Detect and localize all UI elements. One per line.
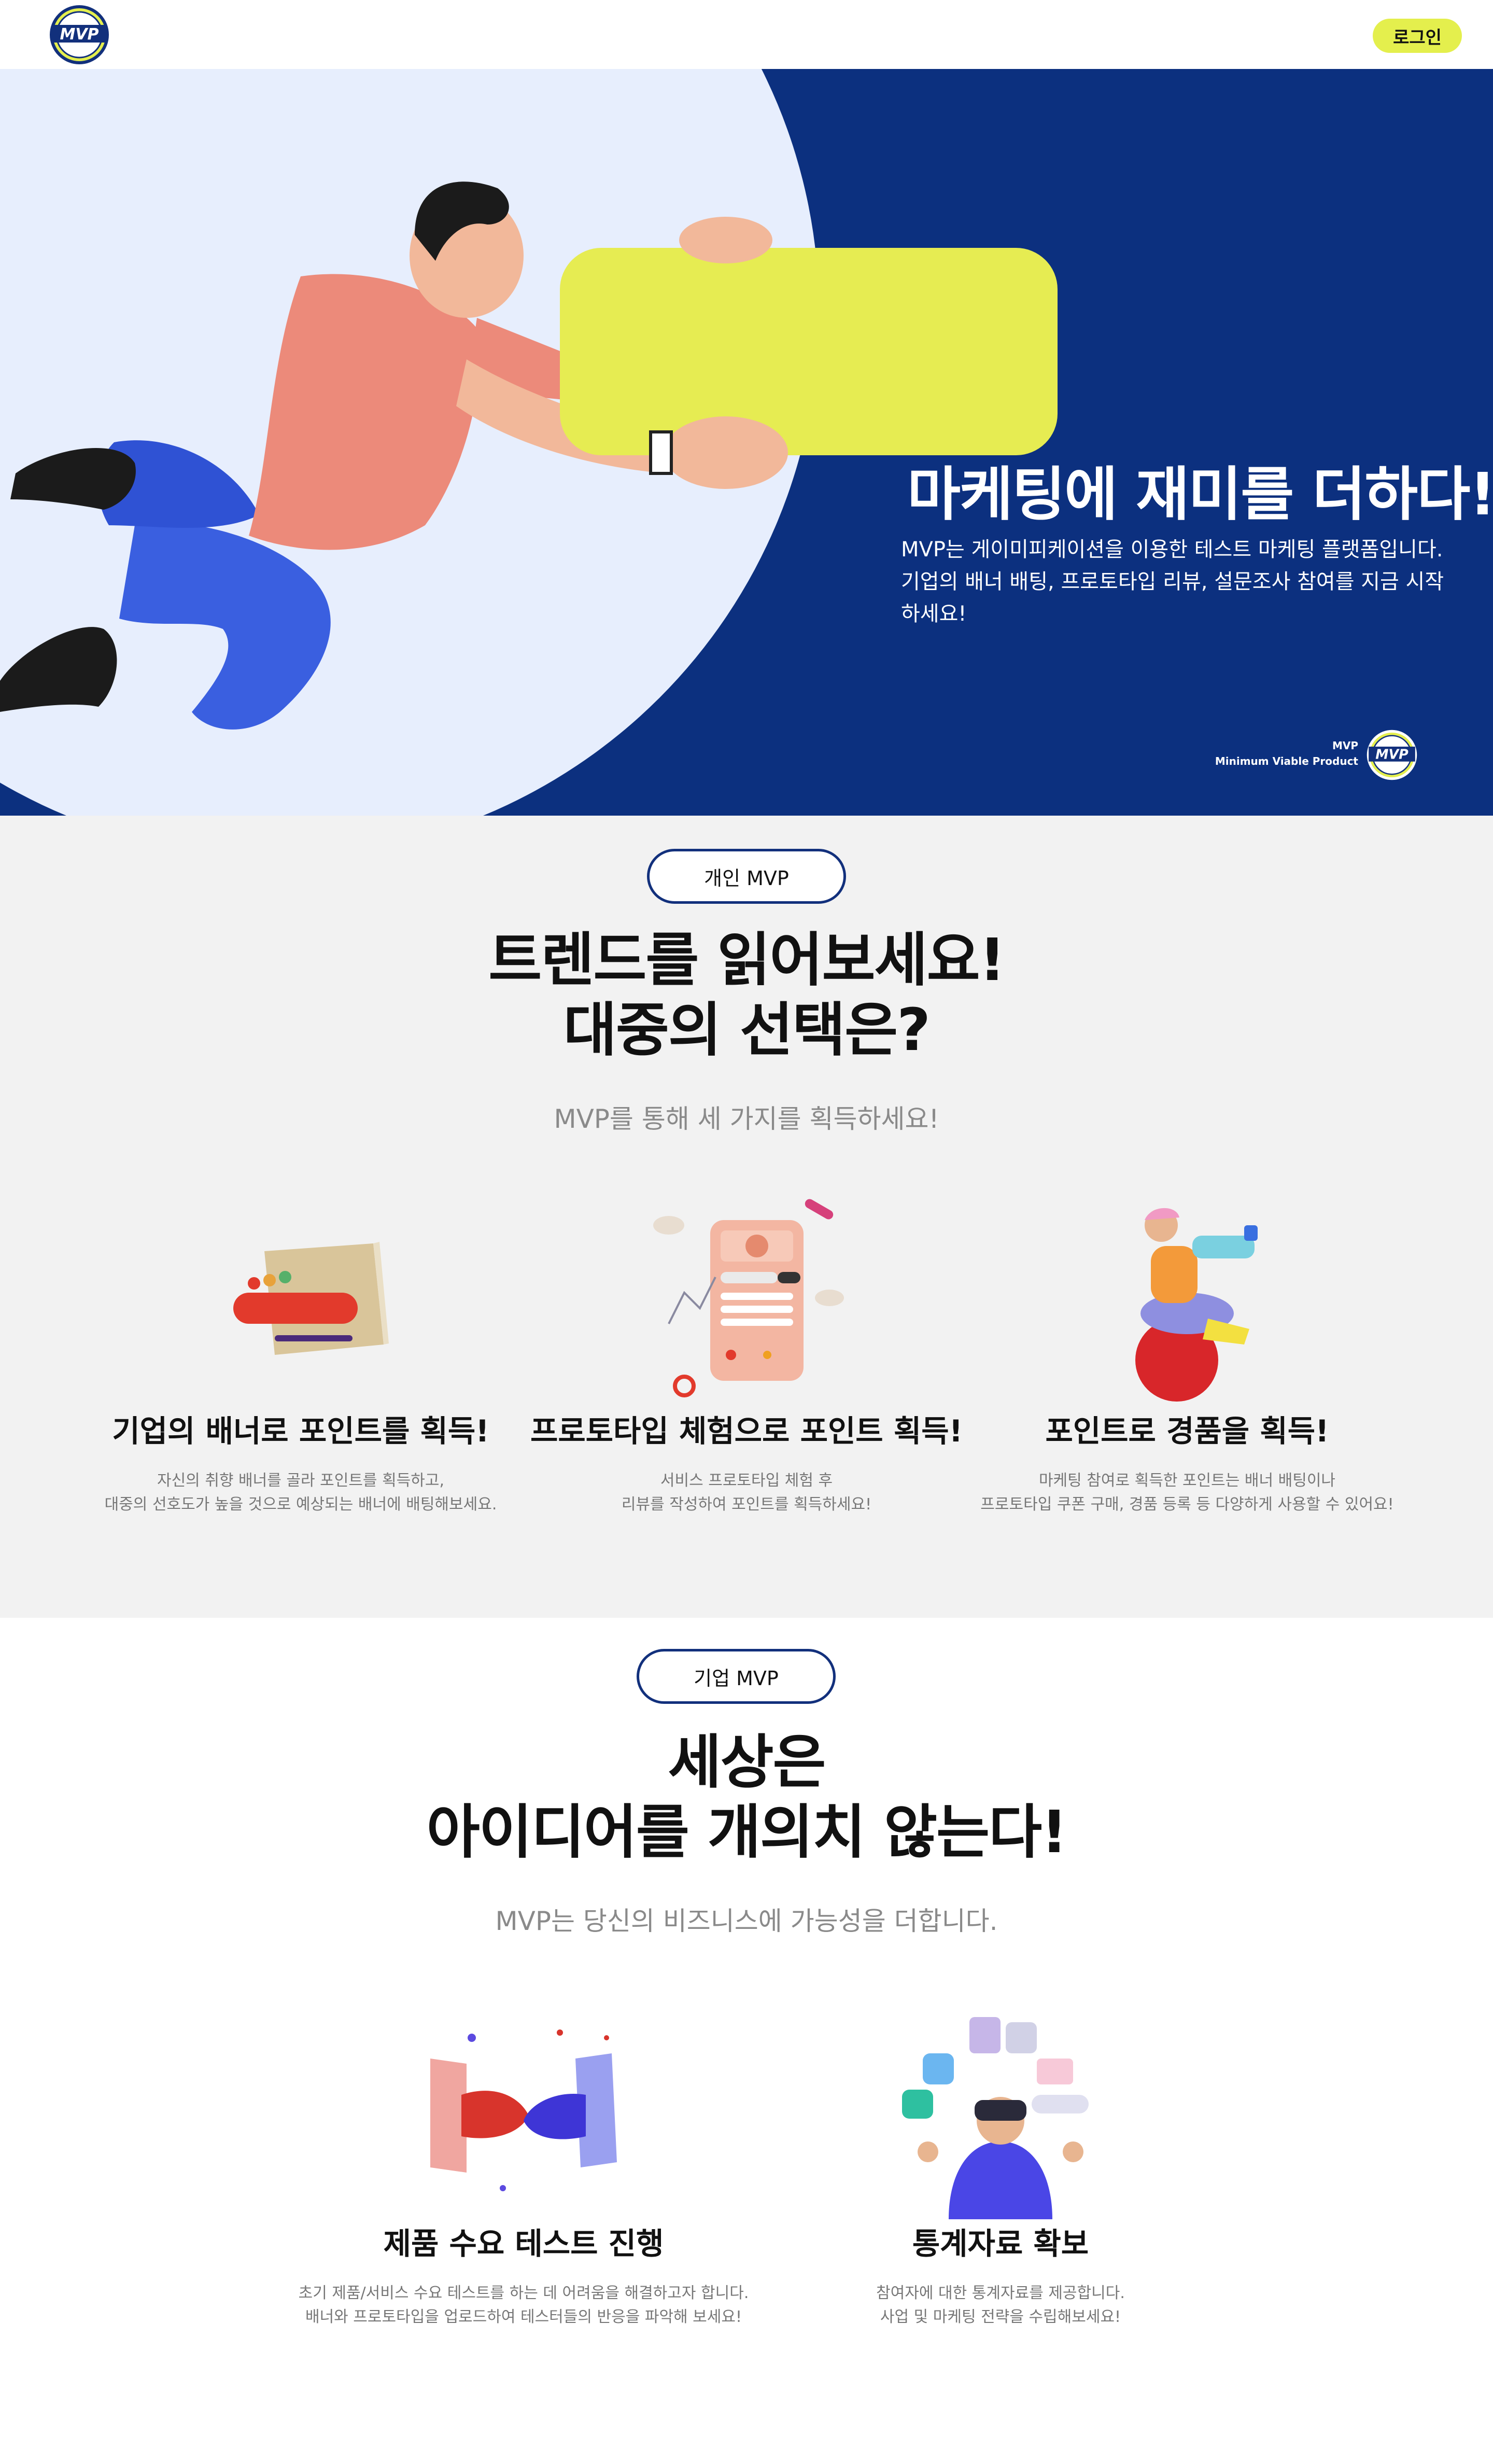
hero-banner: 마케팅에 재미를 더하다! MVP는 게이미피케이션을 이용한 테스트 마케팅 … <box>0 69 1493 816</box>
feature-desc-line1: 서비스 프로토타입 체험 후 <box>660 1472 833 1490</box>
feature-desc: 자신의 취향 배너를 골라 포인트를 획득하고, 대중의 선호도가 높을 것으로… <box>67 1469 534 1517</box>
hero-mvp-logo: MVP <box>1367 730 1417 780</box>
feature-prototype-points: 프로토타입 체험으로 포인트 획득! 서비스 프로토타입 체험 후 리뷰를 작성… <box>513 1189 980 1517</box>
feature-title: 기업의 배너로 포인트를 획득! <box>112 1413 489 1449</box>
mvp-logo[interactable]: MVP <box>46 4 113 65</box>
feature-demand-test: 제품 수요 테스트 진행 초기 제품/서비스 수요 테스트를 하는 데 어려움을… <box>264 2001 783 2329</box>
login-button[interactable]: 로그인 <box>1373 19 1462 53</box>
feature-title: 프로토타입 체험으로 포인트 획득! <box>530 1413 963 1449</box>
feature-desc: 초기 제품/서비스 수요 테스트를 하는 데 어려움을 해결하고자 합니다. 배… <box>264 2281 783 2329</box>
feature-desc-line1: 자신의 취향 배너를 골라 포인트를 획득하고, <box>157 1472 445 1490</box>
feature-statistics: 통계자료 확보 참여자에 대한 통계자료를 제공합니다. 사업 및 마케팅 전략… <box>772 2001 1229 2329</box>
feature-desc-line2: 배너와 프로토타입을 업로드하여 테스터들의 반응을 파악해 보세요! <box>305 2308 742 2326</box>
feature-desc-line1: 초기 제품/서비스 수요 테스트를 하는 데 어려움을 해결하고자 합니다. <box>298 2284 749 2302</box>
statistics-vr-icon <box>902 2017 1089 2219</box>
logo-text: MVP <box>60 25 98 44</box>
banner-icon <box>233 1242 389 1355</box>
corporate-mvp-section: 기업 MVP 세상은 아이디어를 개의치 않는다! MVP는 당신의 비즈니스에… <box>0 1618 1493 2464</box>
personal-mvp-section: 개인 MVP 트렌드를 읽어보세요! 대중의 선택은? MVP를 통해 세 가지… <box>0 816 1493 1618</box>
feature-title: 제품 수요 테스트 진행 <box>383 2226 664 2261</box>
feature-banner-points: 기업의 배너로 포인트를 획득! 자신의 취향 배너를 골라 포인트를 획득하고… <box>67 1189 534 1517</box>
feature-title: 통계자료 확보 <box>912 2226 1089 2261</box>
brand-logo-text: MVP <box>1375 747 1409 762</box>
feature-desc-line2: 사업 및 마케팅 전략을 수립해보세요! <box>880 2308 1121 2326</box>
floating-man-illustration <box>0 181 1058 730</box>
site-header: MVP 로그인 <box>0 0 1493 69</box>
personal-subtitle: MVP를 통해 세 가지를 획득하세요! <box>554 1104 939 1134</box>
corporate-title-line2: 아이디어를 개의치 않는다! <box>426 1799 1068 1866</box>
feature-desc-line1: 참여자에 대한 통계자료를 제공합니다. <box>876 2284 1125 2302</box>
personal-title-line1: 트렌드를 읽어보세요! <box>488 927 1005 994</box>
handshake-icon <box>430 2029 617 2191</box>
reward-character-icon <box>1135 1208 1258 1402</box>
brand-tagline: Minimum Viable Product <box>1215 755 1358 767</box>
feature-reward-points: 포인트로 경품을 획득! 마케팅 참여로 획득한 포인트는 배너 배팅이나 프로… <box>954 1189 1420 1517</box>
feature-desc-line2: 대중의 선호도가 높을 것으로 예상되는 배너에 배팅해보세요. <box>104 1495 497 1514</box>
hero-brand: MVP Minimum Viable Product <box>1215 738 1358 769</box>
feature-desc: 참여자에 대한 통계자료를 제공합니다. 사업 및 마케팅 전략을 수립해보세요… <box>772 2281 1229 2329</box>
feature-desc-line1: 마케팅 참여로 획득한 포인트는 배너 배팅이나 <box>1038 1472 1336 1490</box>
feature-desc-line2: 프로토타입 쿠폰 구매, 경품 등록 등 다양하게 사용할 수 있어요! <box>980 1495 1394 1514</box>
personal-badge: 개인 MVP <box>647 849 846 904</box>
corporate-badge: 기업 MVP <box>637 1649 836 1704</box>
feature-desc: 서비스 프로토타입 체험 후 리뷰를 작성하여 포인트를 획득하세요! <box>513 1469 980 1517</box>
prototype-phone-icon <box>653 1199 844 1397</box>
feature-desc: 마케팅 참여로 획득한 포인트는 배너 배팅이나 프로토타입 쿠폰 구매, 경품… <box>954 1469 1420 1517</box>
corporate-subtitle: MVP는 당신의 비즈니스에 가능성을 더합니다. <box>495 1906 998 1936</box>
feature-title: 포인트로 경품을 획득! <box>1045 1413 1329 1449</box>
hero-description: MVP는 게이미피케이션을 이용한 테스트 마케팅 플랫폼입니다. 기업의 배너… <box>901 538 1444 626</box>
brand-name: MVP <box>1332 739 1358 752</box>
hero-title: 마케팅에 재미를 더하다! <box>907 461 1493 528</box>
feature-desc-line2: 리뷰를 작성하여 포인트를 획득하세요! <box>621 1495 872 1514</box>
corporate-title-line1: 세상은 <box>668 1729 826 1796</box>
personal-title-line2: 대중의 선택은? <box>563 997 931 1064</box>
